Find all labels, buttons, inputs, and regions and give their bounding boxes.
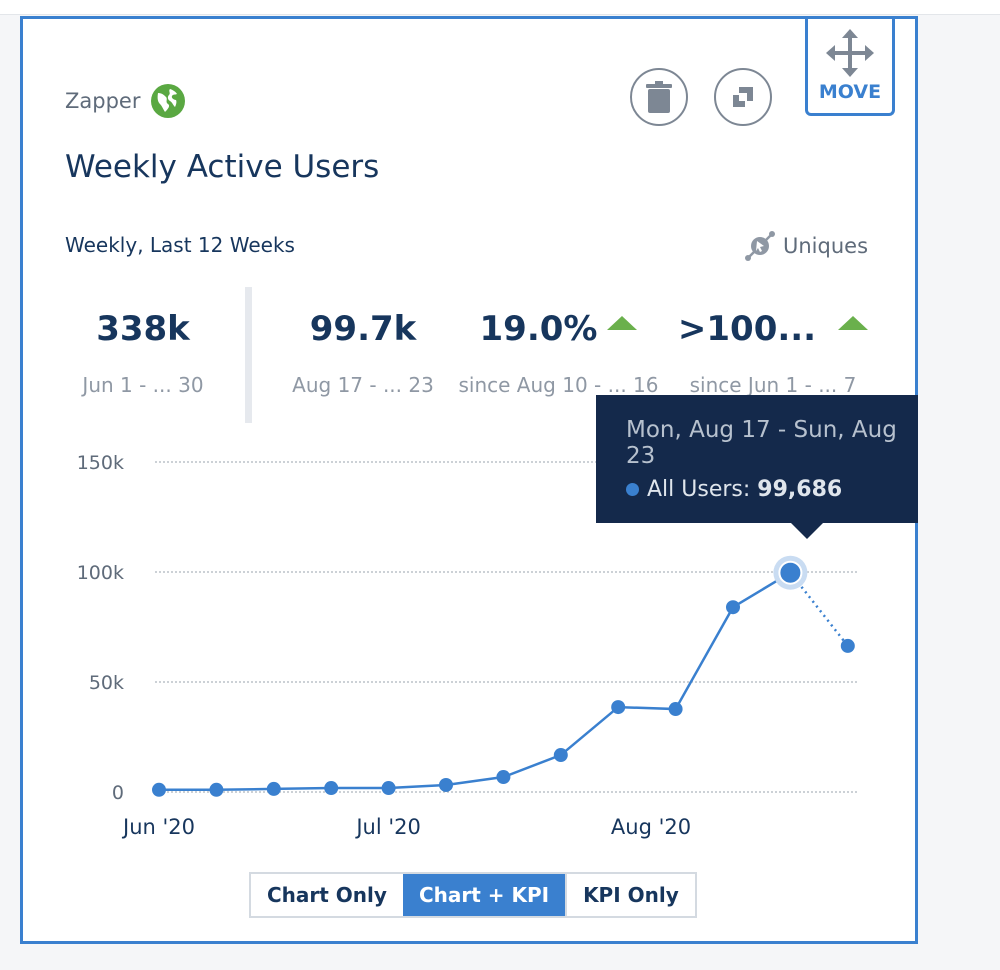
y-tick-label: 150k — [77, 452, 124, 474]
data-point — [209, 782, 224, 797]
y-tick-label: 100k — [77, 562, 124, 584]
data-point — [840, 638, 855, 653]
x-tick-label: Aug '20 — [611, 815, 691, 839]
data-point — [381, 781, 396, 796]
tooltip-series-label: All Users: — [647, 477, 751, 502]
x-tick-label: Jul '20 — [354, 815, 421, 839]
y-tick-label: 0 — [112, 782, 124, 804]
chart-card: Zapper Weekly Active Users Weekly, Last … — [20, 16, 918, 944]
data-point — [496, 770, 511, 785]
data-point — [611, 700, 626, 715]
data-point — [668, 702, 683, 717]
view-toggle: Chart Only Chart + KPI KPI Only — [249, 872, 697, 918]
data-point — [152, 782, 166, 797]
tooltip-series: All Users: 99,686 — [626, 477, 842, 502]
series-line — [159, 571, 792, 792]
data-point — [553, 748, 568, 763]
series-dot-icon — [626, 483, 639, 496]
toggle-chart-kpi[interactable]: Chart + KPI — [402, 874, 566, 916]
tooltip-date: Mon, Aug 17 - Sun, Aug 23 — [626, 417, 897, 469]
tooltip: Mon, Aug 17 - Sun, Aug 23 All Users: 99,… — [596, 395, 918, 539]
toggle-chart-only[interactable]: Chart Only — [251, 874, 403, 916]
data-point — [726, 600, 740, 615]
data-point-highlighted — [778, 560, 803, 585]
tooltip-arrow — [791, 523, 823, 539]
x-tick-label: Jun '20 — [121, 815, 195, 839]
toggle-kpi-only[interactable]: KPI Only — [565, 874, 695, 916]
data-point — [439, 777, 453, 792]
data-point — [266, 781, 281, 796]
tooltip-value: 99,686 — [757, 477, 843, 502]
y-tick-label: 50k — [89, 672, 124, 694]
data-point — [324, 781, 339, 796]
